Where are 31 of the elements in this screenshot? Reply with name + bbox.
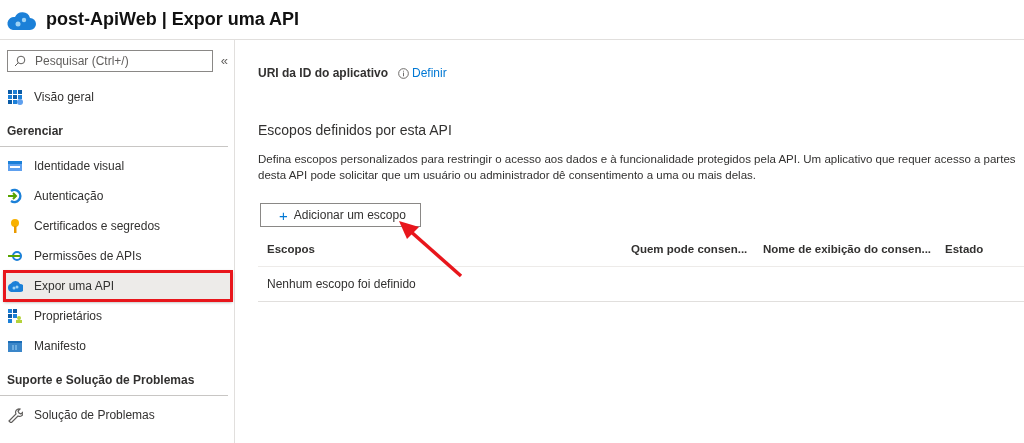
sidebar-item[interactable]: Proprietários xyxy=(0,301,234,331)
section-title: Escopos definidos por esta API xyxy=(258,121,453,140)
section-heading: Gerenciar xyxy=(0,116,228,147)
grid-person-icon xyxy=(7,308,23,324)
sidebar-item[interactable]: Visão geral xyxy=(0,82,234,112)
sidebar-item[interactable]: Manifesto xyxy=(0,331,234,361)
sidebar-item[interactable]: Identidade visual xyxy=(0,151,234,181)
document-panel-icon xyxy=(7,338,23,354)
collapse-button[interactable]: « xyxy=(220,51,228,71)
define-link[interactable]: Definir xyxy=(398,64,447,82)
info-icon xyxy=(398,67,410,79)
sidebar-item[interactable]: Expor uma API xyxy=(4,271,232,301)
section-heading: Suporte e Solução de Problemas xyxy=(0,365,228,396)
column-header: Estado xyxy=(936,233,1024,268)
search-field[interactable]: Pesquisar (Ctrl+/) xyxy=(7,50,213,72)
sidebar-item[interactable]: Permissões de APIs xyxy=(0,241,234,271)
sidebar-item[interactable]: Autenticação xyxy=(0,181,234,211)
add-scope-button[interactable]: + Adicionar um escopo xyxy=(260,203,421,227)
cloud-icon xyxy=(7,278,23,294)
column-header: Quem pode consen... xyxy=(622,233,754,268)
column-header: Nome de exibição do consen... xyxy=(754,233,936,268)
field-label: URI da ID do aplicativo xyxy=(258,65,389,82)
wrench-icon xyxy=(7,407,23,423)
sidebar-item[interactable]: Solução de Problemas xyxy=(0,400,234,430)
sidebar-item[interactable]: Certificados e segredos xyxy=(0,211,234,241)
column-header: Escopos xyxy=(258,233,622,268)
browser-window-icon xyxy=(7,158,23,174)
grid-icon xyxy=(7,89,23,105)
page-title: post-ApiWeb | Expor uma API xyxy=(46,8,300,31)
description-text: Defina escopos personalizados para restringir o acesso aos dados e à funcionalidade protegidos pela API. Um aplicativo que requer acesso a partes desta API pode solicitar que um usuário ou administrador dê consentimento a uma ou mais delas. xyxy=(258,152,1017,183)
empty-message: Nenhum escopo foi definido xyxy=(258,267,1024,303)
